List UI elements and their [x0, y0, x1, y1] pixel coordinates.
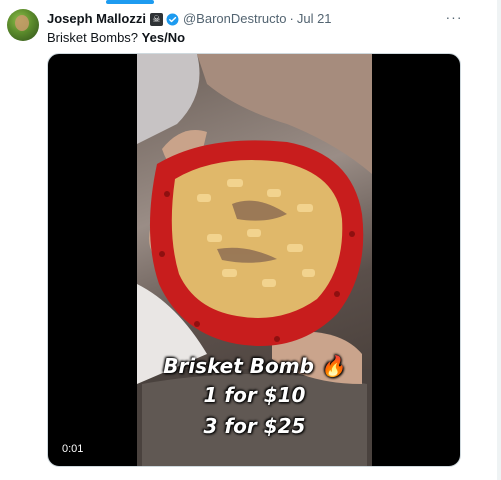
tweet-text: Brisket Bombs? Yes/No — [47, 29, 185, 47]
overlay-price-bundle: 3 for $25 — [203, 414, 306, 438]
author-handle[interactable]: @BaronDestructo — [183, 10, 287, 28]
overlay-title: Brisket Bomb 🔥 — [163, 354, 346, 378]
verified-badge-icon[interactable] — [166, 13, 179, 26]
video-timestamp: 0:01 — [57, 440, 89, 458]
tweet[interactable]: Joseph Mallozzi ☠ @BaronDestructo · Jul … — [0, 0, 495, 480]
overlay-price-single: 1 for $10 — [203, 383, 306, 407]
video-frame[interactable]: Brisket Bomb 🔥 1 for $10 3 for $25 — [137, 54, 372, 466]
tweet-timestamp[interactable]: Jul 21 — [297, 10, 332, 28]
more-options-icon[interactable]: ··· — [445, 10, 463, 28]
avatar[interactable] — [7, 9, 39, 41]
author-name[interactable]: Joseph Mallozzi — [47, 10, 146, 28]
column-divider — [497, 0, 501, 480]
video-player[interactable]: Brisket Bomb 🔥 1 for $10 3 for $25 0:01 — [47, 53, 461, 467]
tweet-text-bold: Yes/No — [141, 30, 186, 45]
tweet-text-plain: Brisket Bombs? — [47, 30, 139, 45]
pirate-flag-icon: ☠ — [149, 12, 163, 26]
tweet-header: Joseph Mallozzi ☠ @BaronDestructo · Jul … — [47, 10, 332, 28]
separator-dot: · — [289, 11, 294, 26]
